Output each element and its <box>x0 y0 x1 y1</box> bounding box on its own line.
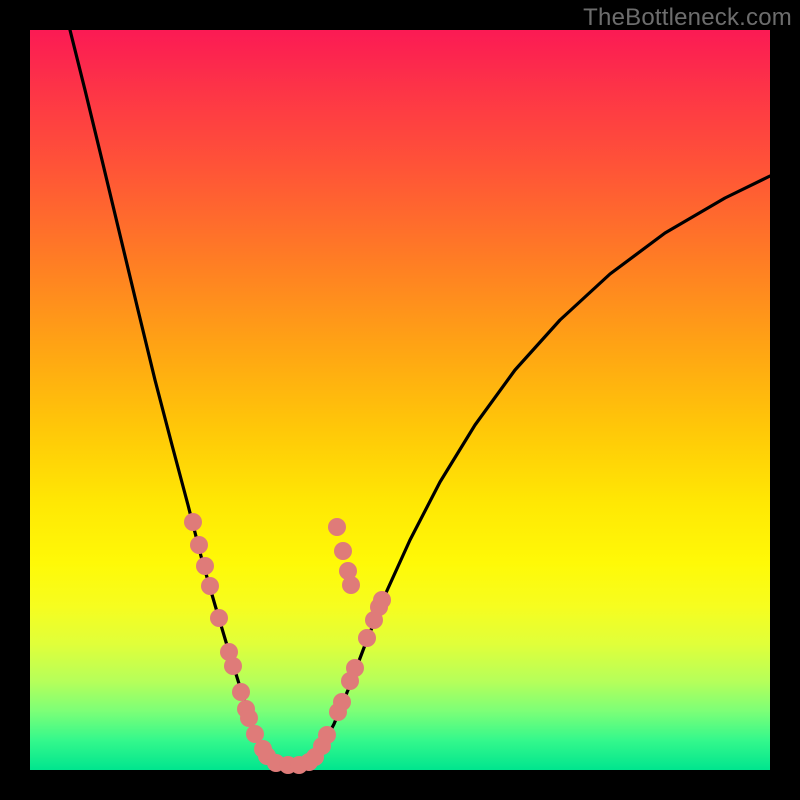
data-marker <box>232 683 250 701</box>
bottleneck-curve <box>70 30 770 765</box>
data-marker <box>224 657 242 675</box>
watermark-text: TheBottleneck.com <box>583 4 792 32</box>
data-markers <box>184 513 391 774</box>
data-marker <box>342 576 360 594</box>
curve-path <box>70 30 770 765</box>
data-marker <box>373 591 391 609</box>
chart-frame: TheBottleneck.com <box>0 0 800 800</box>
data-marker <box>196 557 214 575</box>
data-marker <box>240 709 258 727</box>
data-marker <box>210 609 228 627</box>
data-marker <box>328 518 346 536</box>
data-marker <box>201 577 219 595</box>
data-marker <box>318 726 336 744</box>
data-marker <box>333 693 351 711</box>
data-marker <box>190 536 208 554</box>
chart-svg <box>30 30 770 770</box>
data-marker <box>346 659 364 677</box>
data-marker <box>184 513 202 531</box>
data-marker <box>358 629 376 647</box>
data-marker <box>334 542 352 560</box>
